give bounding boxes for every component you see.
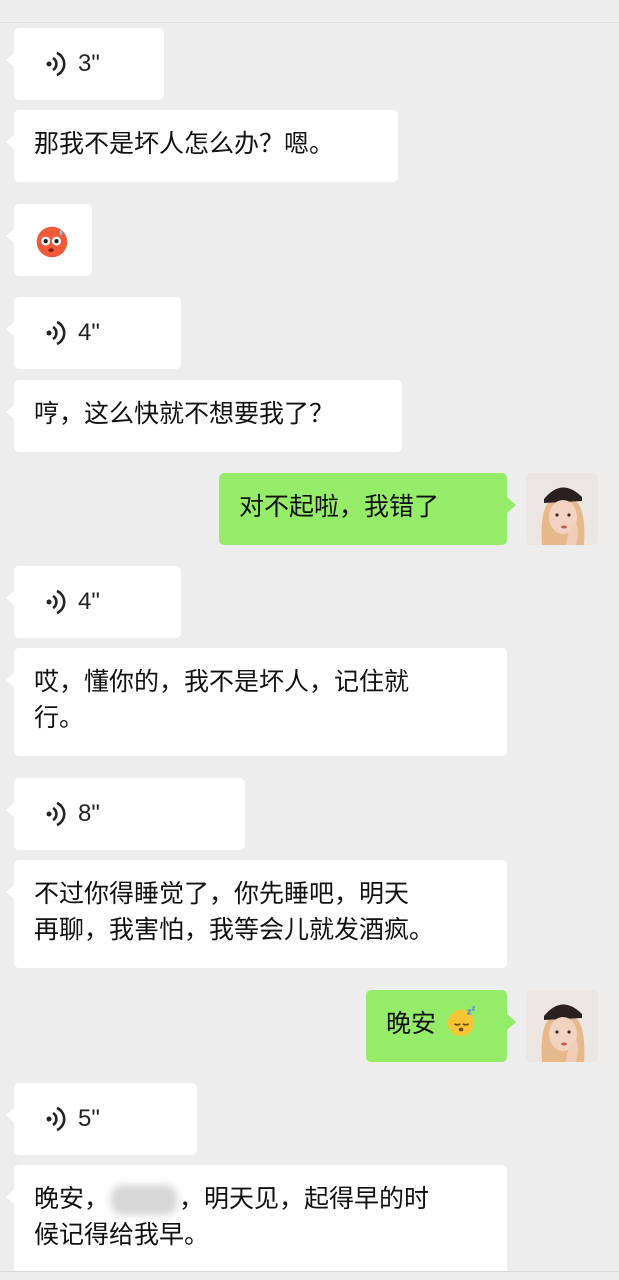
text-message-bubble[interactable]: 哼，这么快就不想要我了？	[6, 380, 402, 452]
message-text: 对不起啦，我错了	[239, 492, 440, 521]
message-text-line: 再聊，我害怕，我等会儿就发酒疯。	[34, 915, 435, 944]
voice-message-bubble[interactable]: 4"	[6, 566, 181, 638]
bubble-tail	[507, 1014, 516, 1030]
user-avatar[interactable]	[526, 990, 598, 1062]
hot-face-emoji-icon	[36, 226, 68, 258]
bubble-tail	[6, 1107, 15, 1123]
voice-duration: 4"	[78, 319, 100, 346]
bubble-tail	[507, 497, 516, 513]
bottom-divider	[0, 1271, 619, 1280]
bubble-tail	[6, 672, 15, 688]
bubble-tail	[6, 134, 15, 150]
voice-message-bubble[interactable]: 5"	[6, 1083, 197, 1155]
bubble-tail	[6, 884, 15, 900]
text-message-bubble-outgoing[interactable]: 晚安 z z	[366, 990, 516, 1062]
user-avatar[interactable]	[526, 473, 598, 545]
voice-duration: 3"	[78, 50, 100, 77]
text-message-bubble[interactable]: 不过你得睡觉了，你先睡吧，明天 再聊，我害怕，我等会儿就发酒疯。	[6, 860, 507, 968]
message-text: 那我不是坏人怎么办？嗯。	[34, 129, 335, 158]
message-text: 晚安，	[34, 1184, 110, 1213]
top-divider	[0, 0, 619, 23]
voice-message-bubble[interactable]: 3"	[6, 28, 164, 100]
voice-wave-icon	[46, 801, 66, 827]
avatar-portrait-icon	[526, 473, 598, 545]
emoji-message-bubble[interactable]	[6, 204, 92, 276]
voice-message-bubble[interactable]: 8"	[6, 778, 245, 850]
text-message-bubble[interactable]: 晚安， ，明天见，起得早的时 候记得给我早。	[6, 1165, 507, 1275]
voice-wave-icon	[46, 51, 66, 77]
text-message-bubble[interactable]: 那我不是坏人怎么办？嗯。	[6, 110, 398, 182]
bubble-tail	[6, 404, 15, 420]
bubble-tail	[6, 321, 15, 337]
message-text-line: 行。	[34, 703, 85, 732]
bubble-tail	[6, 802, 15, 818]
message-text-line: 候记得给我早。	[34, 1220, 210, 1249]
svg-text:z: z	[471, 1006, 475, 1013]
redacted-name	[111, 1185, 178, 1215]
voice-duration: 5"	[78, 1105, 100, 1132]
message-text: ，明天见，起得早的时	[179, 1184, 430, 1213]
voice-message-bubble[interactable]: 4"	[6, 297, 181, 369]
voice-wave-icon	[46, 589, 66, 615]
message-text: 晚安	[386, 1009, 437, 1038]
message-text-line: 哎，懂你的，我不是坏人，记住就	[34, 667, 410, 696]
text-message-bubble[interactable]: 哎，懂你的，我不是坏人，记住就 行。	[6, 648, 507, 756]
voice-wave-icon	[46, 1106, 66, 1132]
voice-wave-icon	[46, 320, 66, 346]
voice-duration: 4"	[78, 588, 100, 615]
bubble-tail	[6, 1189, 15, 1205]
bubble-tail	[6, 52, 15, 68]
bubble-tail	[6, 590, 15, 606]
text-message-bubble-outgoing[interactable]: 对不起啦，我错了	[219, 473, 516, 545]
bubble-tail	[6, 228, 15, 244]
avatar-portrait-icon	[526, 990, 598, 1062]
message-text-line: 不过你得睡觉了，你先睡吧，明天	[34, 879, 410, 908]
message-text: 哼，这么快就不想要我了？	[34, 399, 335, 428]
voice-duration: 8"	[78, 800, 100, 827]
sleeping-face-emoji-icon: z z	[447, 1006, 475, 1037]
